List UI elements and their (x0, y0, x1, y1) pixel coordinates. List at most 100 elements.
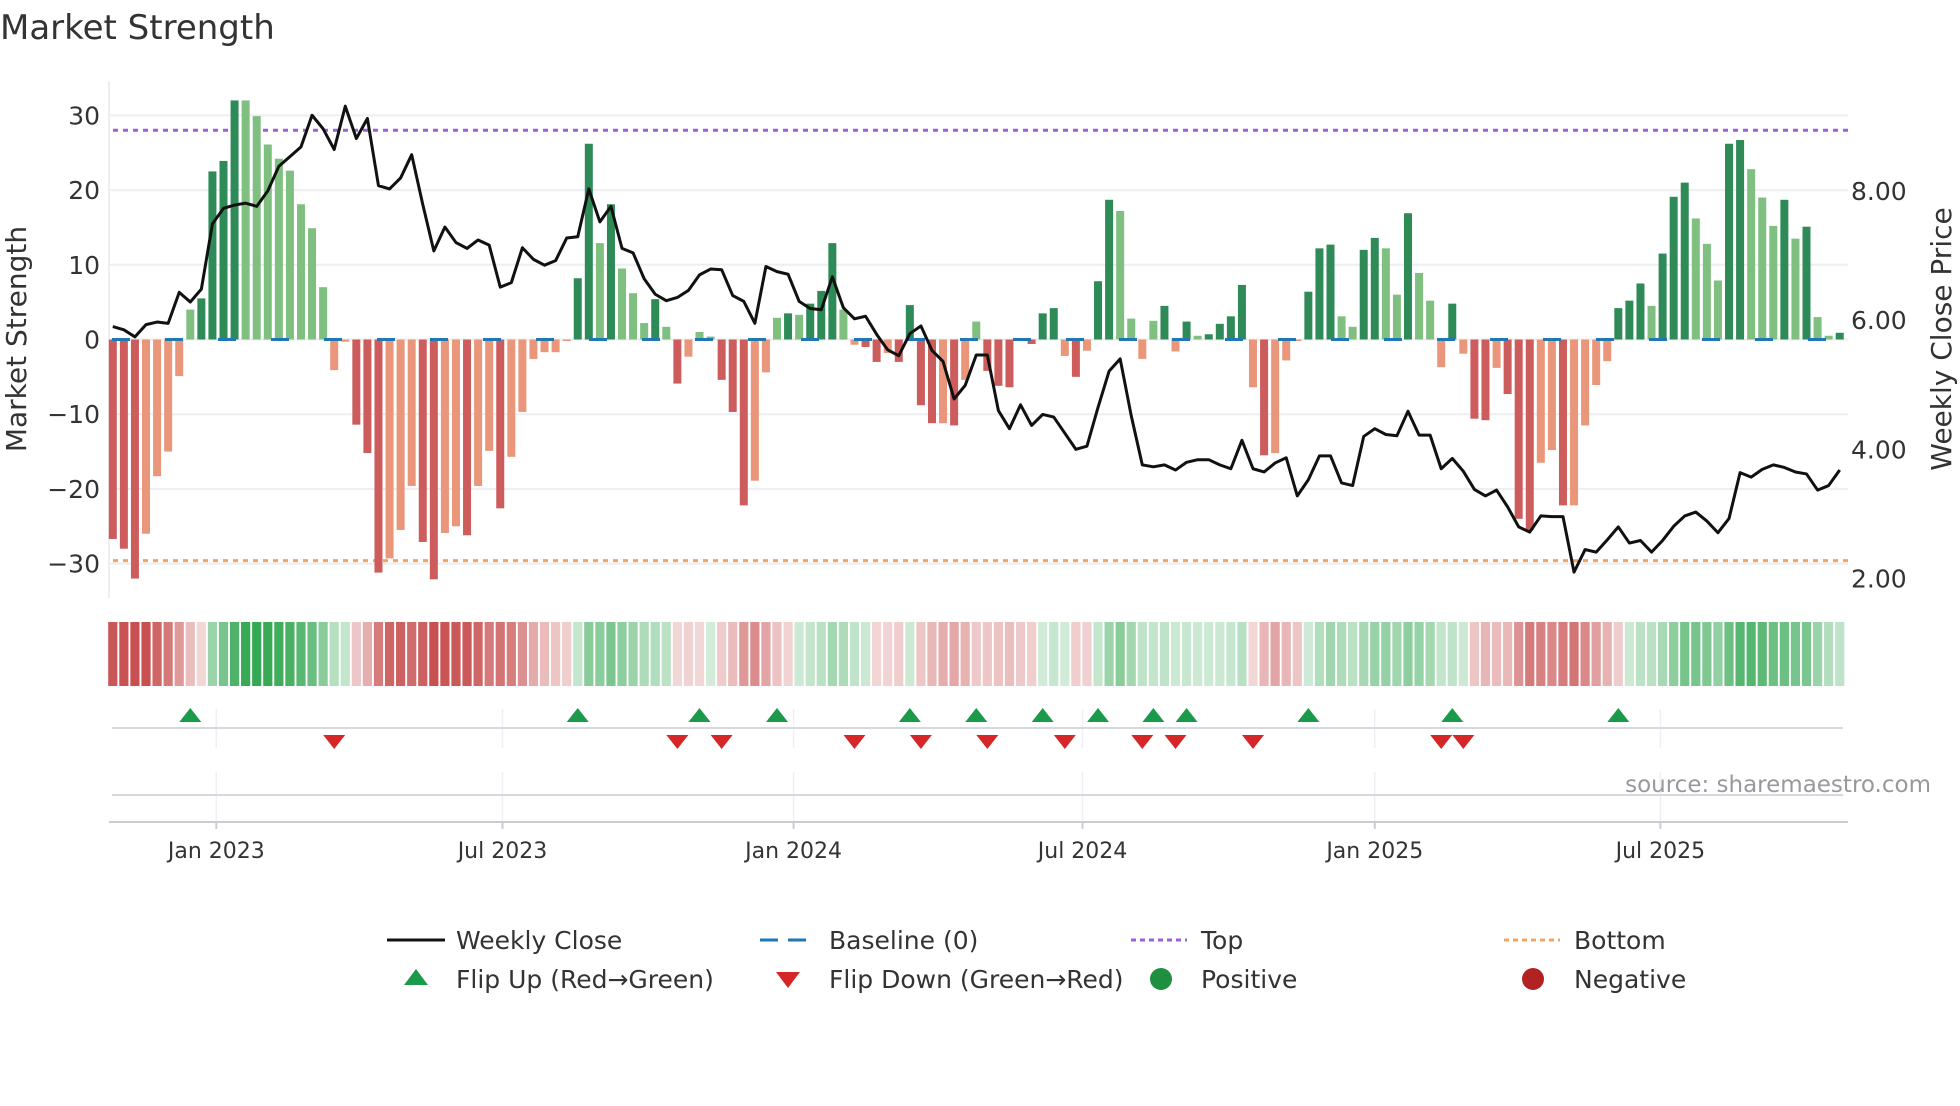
legend-label: Positive (1201, 965, 1297, 994)
legend-item-flip-up[interactable]: Flip Up (Red→Green) (404, 965, 714, 994)
heat-cell (584, 622, 594, 686)
heat-cell (1480, 622, 1491, 686)
heat-cell (1746, 622, 1756, 686)
heat-cell (1359, 622, 1369, 686)
heat-cell (728, 622, 738, 686)
strength-bar (385, 339, 394, 559)
heat-cell (318, 622, 328, 686)
heat-cell (263, 622, 273, 686)
strength-bar (363, 339, 372, 454)
strength-bar (142, 339, 151, 534)
heat-cell (1049, 622, 1059, 686)
legend-label: Baseline (0) (829, 926, 978, 955)
strength-bar (1370, 237, 1379, 340)
strength-bar (1359, 249, 1368, 340)
strength-bar (1658, 253, 1667, 340)
heat-cell (1658, 622, 1668, 686)
strength-bar (1038, 313, 1047, 340)
heat-cell (1779, 622, 1789, 686)
strength-bar (1614, 308, 1623, 340)
heat-cell (1536, 622, 1546, 686)
strength-bar (274, 158, 283, 340)
strength-bar (208, 171, 217, 340)
heat-cell (650, 622, 660, 686)
legend-item-top[interactable]: Top (1131, 926, 1243, 955)
strength-bar (352, 339, 361, 425)
heat-cell (838, 622, 849, 686)
heat-cell (1270, 622, 1280, 686)
strength-bar (130, 339, 139, 579)
heat-cell (1680, 622, 1690, 686)
legend-item-positive[interactable]: Positive (1150, 965, 1297, 994)
strength-bar (341, 339, 350, 342)
legend-item-baseline[interactable]: Baseline (0) (760, 926, 978, 955)
strength-bar (263, 144, 272, 340)
y-tick-label: −20 (47, 475, 100, 504)
strength-bar (1725, 143, 1734, 340)
strength-bar (507, 339, 516, 457)
legend-item-bottom[interactable]: Bottom (1504, 926, 1666, 955)
heat-cell (1259, 622, 1269, 686)
strength-bar (1570, 339, 1579, 506)
heat-cell (794, 622, 804, 686)
strength-bar (1636, 283, 1645, 340)
heat-cell (1314, 622, 1325, 686)
heat-cell (639, 622, 649, 686)
strength-bar (1304, 291, 1313, 340)
strength-bar (1470, 339, 1479, 419)
legend-item-flip-down[interactable]: Flip Down (Green→Red) (776, 965, 1124, 994)
heat-cell (717, 622, 727, 686)
heat-cell (373, 622, 384, 686)
strength-bar (1558, 339, 1567, 506)
strength-bar (1525, 339, 1534, 531)
strength-bar (573, 278, 582, 340)
heat-cell (274, 622, 284, 686)
strength-bar (164, 339, 173, 452)
heat-cell (1060, 622, 1070, 686)
heat-cell (573, 622, 583, 686)
strength-bar (1182, 321, 1191, 340)
strength-bar (1226, 316, 1235, 340)
heat-cell (429, 622, 439, 686)
heat-cell (672, 622, 682, 686)
y-tick-label: 0 (84, 326, 100, 355)
strength-bar (1680, 182, 1689, 340)
flip-down-marker (323, 735, 346, 749)
strength-bar (1237, 284, 1246, 340)
heat-cell (606, 622, 616, 686)
heat-cell (1226, 622, 1236, 686)
strength-bar (872, 339, 881, 362)
heat-cell (1403, 622, 1413, 686)
heat-cell (207, 622, 218, 686)
strength-bar (972, 321, 981, 340)
heat-cell (1702, 622, 1712, 686)
heat-cell (241, 622, 251, 686)
heat-cell (1503, 622, 1513, 686)
strength-bar (761, 339, 770, 373)
heat-cell (1447, 622, 1457, 686)
strength-bar (330, 339, 339, 371)
strength-bar (186, 309, 195, 340)
legend-item-negative[interactable]: Negative (1522, 965, 1686, 994)
heat-cell (451, 622, 461, 686)
strength-bar (1747, 169, 1756, 340)
strength-bar (584, 143, 593, 340)
strength-bar (429, 339, 438, 580)
strength-bar (1780, 199, 1789, 340)
strength-bar (1326, 244, 1335, 340)
strength-bar (1758, 197, 1767, 340)
strength-bar (175, 339, 184, 377)
heat-cell (1425, 622, 1435, 686)
strength-bar (1271, 339, 1280, 454)
heat-cell (418, 622, 428, 686)
strength-bar (1249, 339, 1258, 388)
legend-item-weekly-close[interactable]: Weekly Close (387, 926, 622, 955)
y-tick-label: −10 (47, 400, 100, 429)
strength-bar (1691, 218, 1700, 340)
flip-up-marker (1441, 708, 1464, 722)
heat-cell (683, 622, 694, 686)
flip-up-marker (179, 708, 202, 722)
legend: Weekly Close Baseline (0) Top Bottom Fli… (387, 926, 1686, 994)
strength-bar (119, 339, 128, 549)
strength-bar (1802, 226, 1811, 340)
